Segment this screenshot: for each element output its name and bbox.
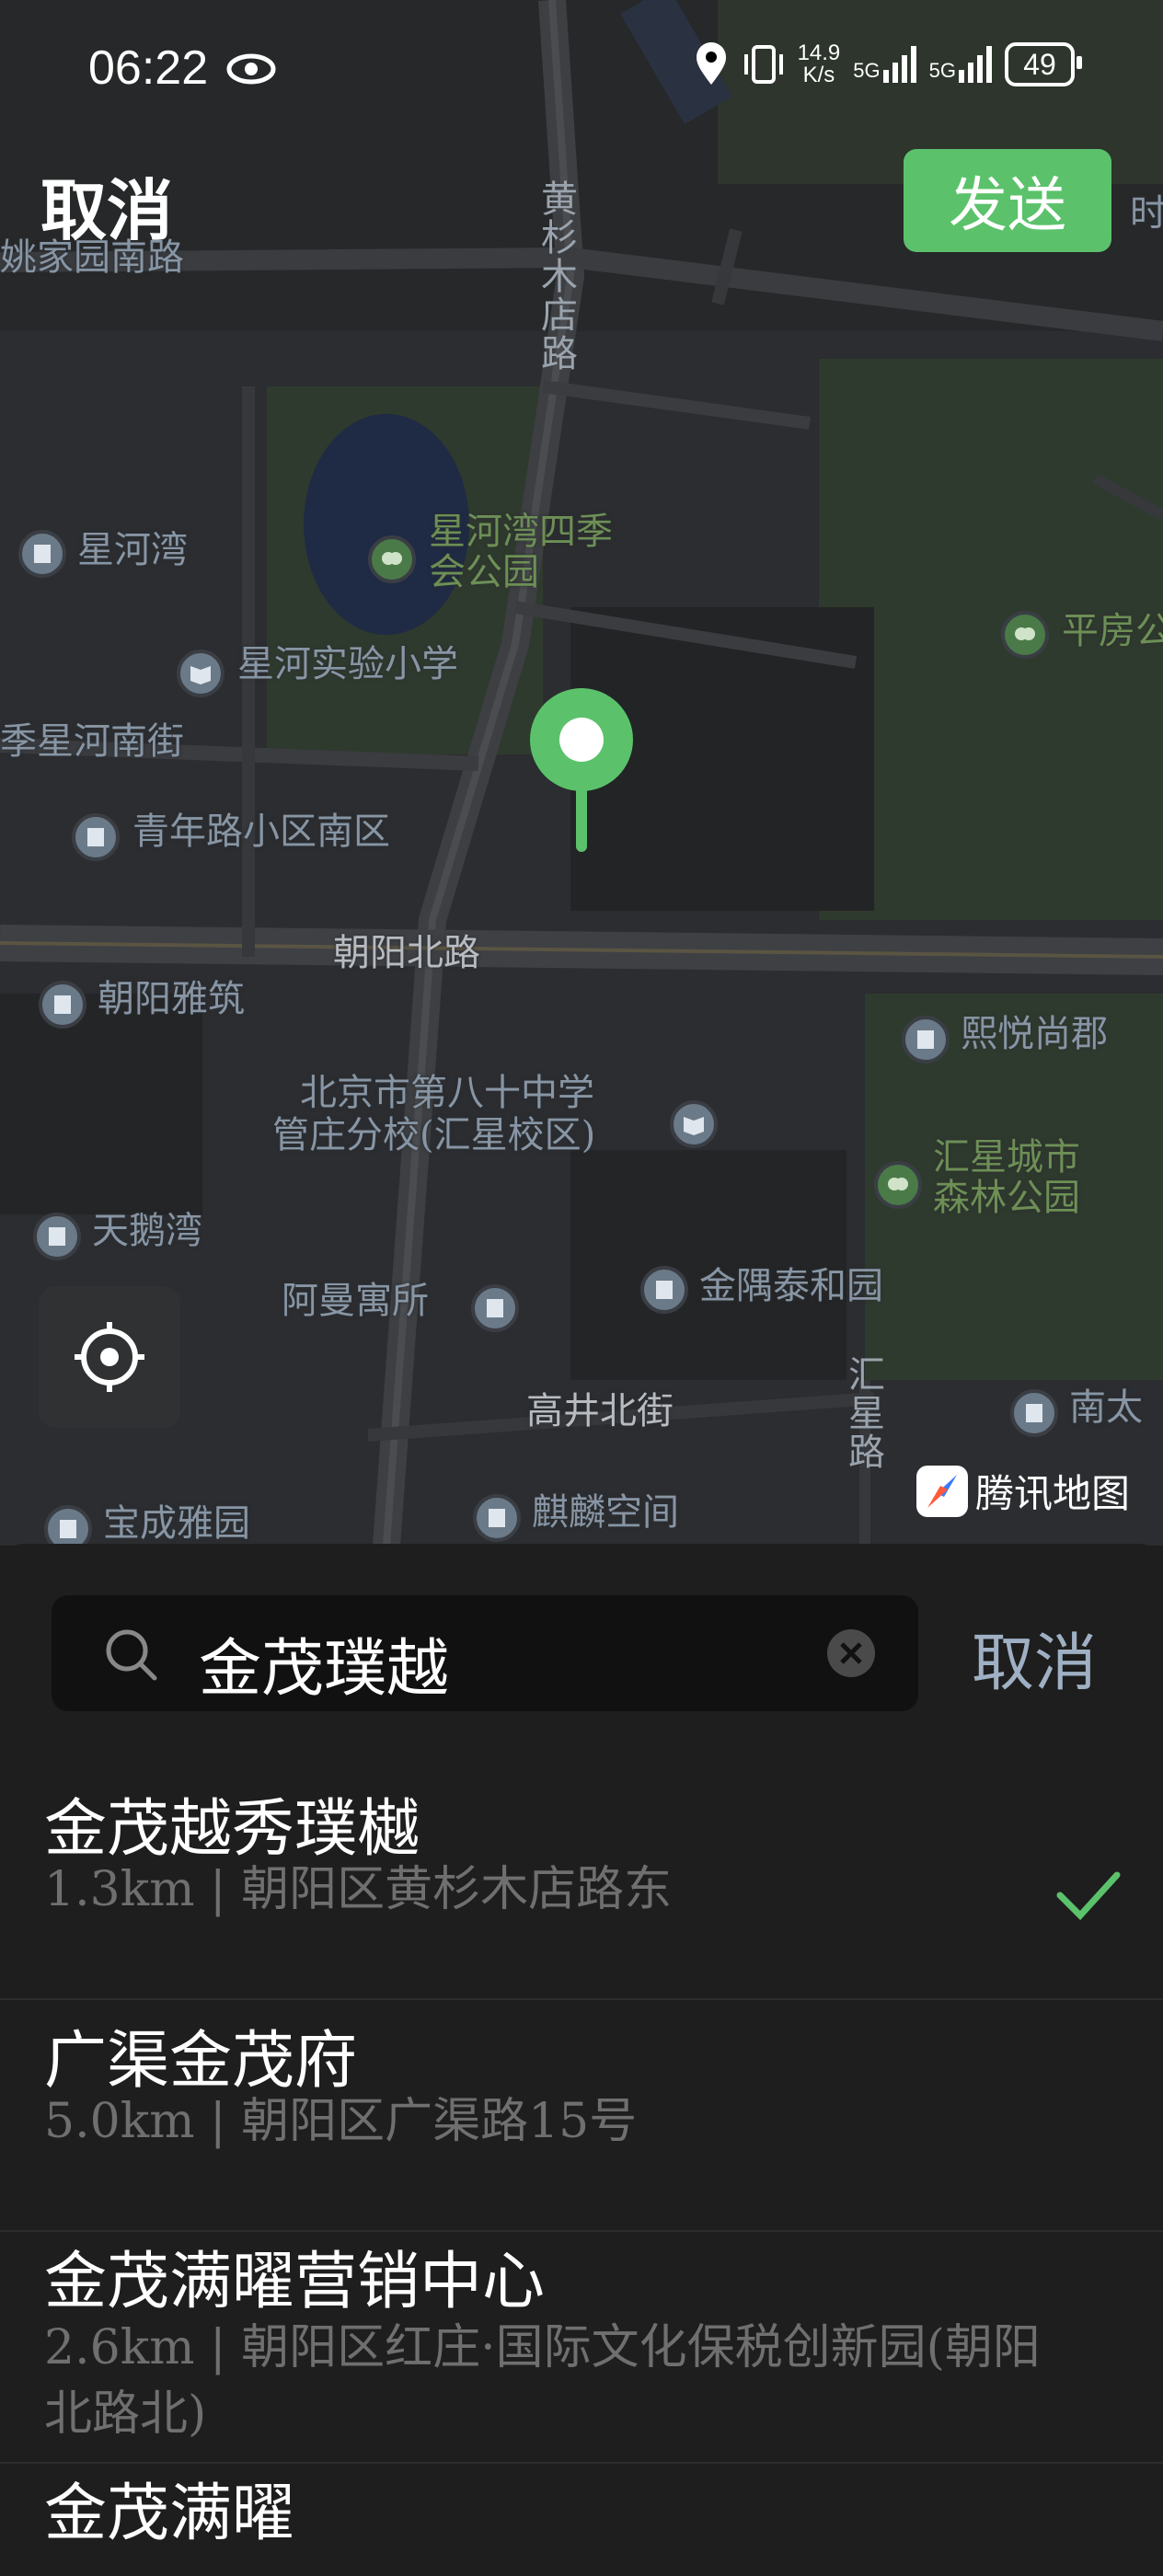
- map-label-xiyue: 熙悦尚郡: [961, 1013, 1108, 1055]
- map-label-park1b: 会公园: [429, 551, 539, 593]
- map-label-huangshanmu-road: 黄杉木店路: [541, 178, 578, 375]
- tencent-map-brand: 腾讯地图: [975, 1471, 1131, 1516]
- map-label-xinghe-nanjie: 季星河南街: [0, 720, 184, 763]
- park-icon: [874, 1161, 922, 1209]
- signal-bars-icon: [959, 46, 992, 83]
- map-label-qingnian: 青年路小区南区: [132, 811, 390, 853]
- map-label-park1a: 星河湾四季: [429, 511, 613, 553]
- result-item[interactable]: 广渠金茂府 5.0km | 朝阳区广渠路15号: [0, 1998, 1163, 2232]
- clear-icon[interactable]: [824, 1627, 878, 1680]
- park-icon: [1001, 611, 1049, 659]
- map-label-park2b: 森林公园: [933, 1177, 1080, 1219]
- map-label-baocheng: 宝成雅园: [103, 1502, 250, 1545]
- search-sheet: 金茂璞越 取消 金茂越秀璞樾 1.3km | 朝阳区黄杉木店路东 广渠金茂府 5…: [0, 1544, 1163, 2576]
- map-label-school2b: 管庄分校(汇星校区): [272, 1114, 596, 1156]
- building-icon: [902, 1016, 950, 1064]
- check-icon: [1056, 1871, 1121, 1921]
- result-desc: 2.6km | 朝阳区红庄·国际文化保税创新园(朝阳北路北): [44, 2320, 1041, 2442]
- map-label-chaoyang-yazhu: 朝阳雅筑: [98, 978, 245, 1020]
- result-desc: 1.3km | 朝阳区黄杉木店路东: [44, 1862, 673, 1917]
- signal-2-label: 5G: [928, 59, 956, 82]
- school-icon: [177, 650, 225, 697]
- map-label-jinyu: 金隅泰和园: [699, 1265, 883, 1307]
- result-name: 广渠金茂府: [44, 2025, 358, 2098]
- result-desc: 5.0km | 朝阳区广渠路15号: [44, 2094, 638, 2149]
- map-label-pingfang: 平房公: [1062, 610, 1163, 652]
- tencent-map-logo-icon: [916, 1465, 968, 1517]
- map-label-school2a: 北京市第八十中学: [300, 1072, 594, 1114]
- map-label-aman: 阿曼寓所: [282, 1280, 429, 1322]
- locate-me-button[interactable]: [39, 1286, 180, 1428]
- search-input[interactable]: 金茂璞越: [199, 1617, 449, 1708]
- search-cancel-button[interactable]: 取消: [972, 1612, 1097, 1703]
- vibrate-icon: [743, 45, 783, 84]
- search-icon: [106, 1629, 157, 1681]
- crosshair-icon: [75, 1322, 144, 1392]
- map-label-nantai: 南太: [1069, 1386, 1143, 1429]
- building-icon: [39, 981, 86, 1029]
- result-name: 金茂满曜营销中心: [44, 2246, 546, 2318]
- building-icon: [33, 1213, 81, 1260]
- map-label-gaojing: 高井北街: [526, 1390, 674, 1432]
- school-icon: [670, 1100, 718, 1148]
- result-item[interactable]: 金茂满曜营销中心 2.6km | 朝阳区红庄·国际文化保税创新园(朝阳北路北): [0, 2230, 1163, 2464]
- status-time: 06:22: [88, 41, 209, 95]
- building-icon: [640, 1266, 688, 1314]
- signal-2: 5G: [929, 46, 992, 83]
- tencent-map-logo: 腾讯地图: [916, 1463, 1130, 1519]
- result-item[interactable]: 金茂越秀璞樾 1.3km | 朝阳区黄杉木店路东: [0, 1768, 1163, 2000]
- map-label-huixing-road: 汇星路: [848, 1354, 885, 1474]
- network-speed-value: 14.9: [797, 40, 841, 65]
- search-field[interactable]: 金茂璞越: [52, 1595, 918, 1711]
- eye-icon: [226, 53, 276, 85]
- location-icon: [696, 42, 726, 85]
- network-speed-unit: K/s: [802, 63, 835, 87]
- send-button[interactable]: 发送: [904, 149, 1111, 252]
- status-bar: 06:22 14.9 K/s 5G 5G 49: [0, 0, 1163, 138]
- result-name: 金茂满曜: [44, 2478, 295, 2550]
- cancel-button[interactable]: 取消: [40, 156, 173, 253]
- signal-1-label: 5G: [853, 59, 881, 82]
- map-label-chaoyang-north-road: 朝阳北路: [333, 932, 480, 974]
- signal-1: 5G: [853, 46, 916, 83]
- park-icon: [368, 535, 416, 583]
- building-icon: [473, 1494, 521, 1542]
- location-pin-icon: [528, 686, 635, 861]
- map-label-qilin: 麒麟空间: [532, 1491, 679, 1534]
- map-label-school1: 星河实验小学: [237, 643, 458, 685]
- result-item[interactable]: 金茂满曜: [0, 2462, 1163, 2576]
- building-icon: [18, 530, 66, 578]
- result-name: 金茂越秀璞樾: [44, 1793, 420, 1866]
- building-icon: [72, 813, 120, 861]
- battery-indicator: 49: [1005, 42, 1082, 86]
- map-label-xinghewan: 星河湾: [77, 529, 188, 571]
- map-label-park2a: 汇星城市: [933, 1136, 1080, 1179]
- signal-bars-icon: [882, 46, 916, 83]
- building-icon: [44, 1505, 92, 1546]
- map-label-shi: 时: [1130, 192, 1163, 235]
- building-icon: [471, 1284, 519, 1332]
- network-speed: 14.9 K/s: [798, 42, 841, 86]
- map-label-tiane: 天鹅湾: [92, 1210, 202, 1252]
- building-icon: [1010, 1389, 1058, 1437]
- battery-level: 49: [1023, 47, 1056, 81]
